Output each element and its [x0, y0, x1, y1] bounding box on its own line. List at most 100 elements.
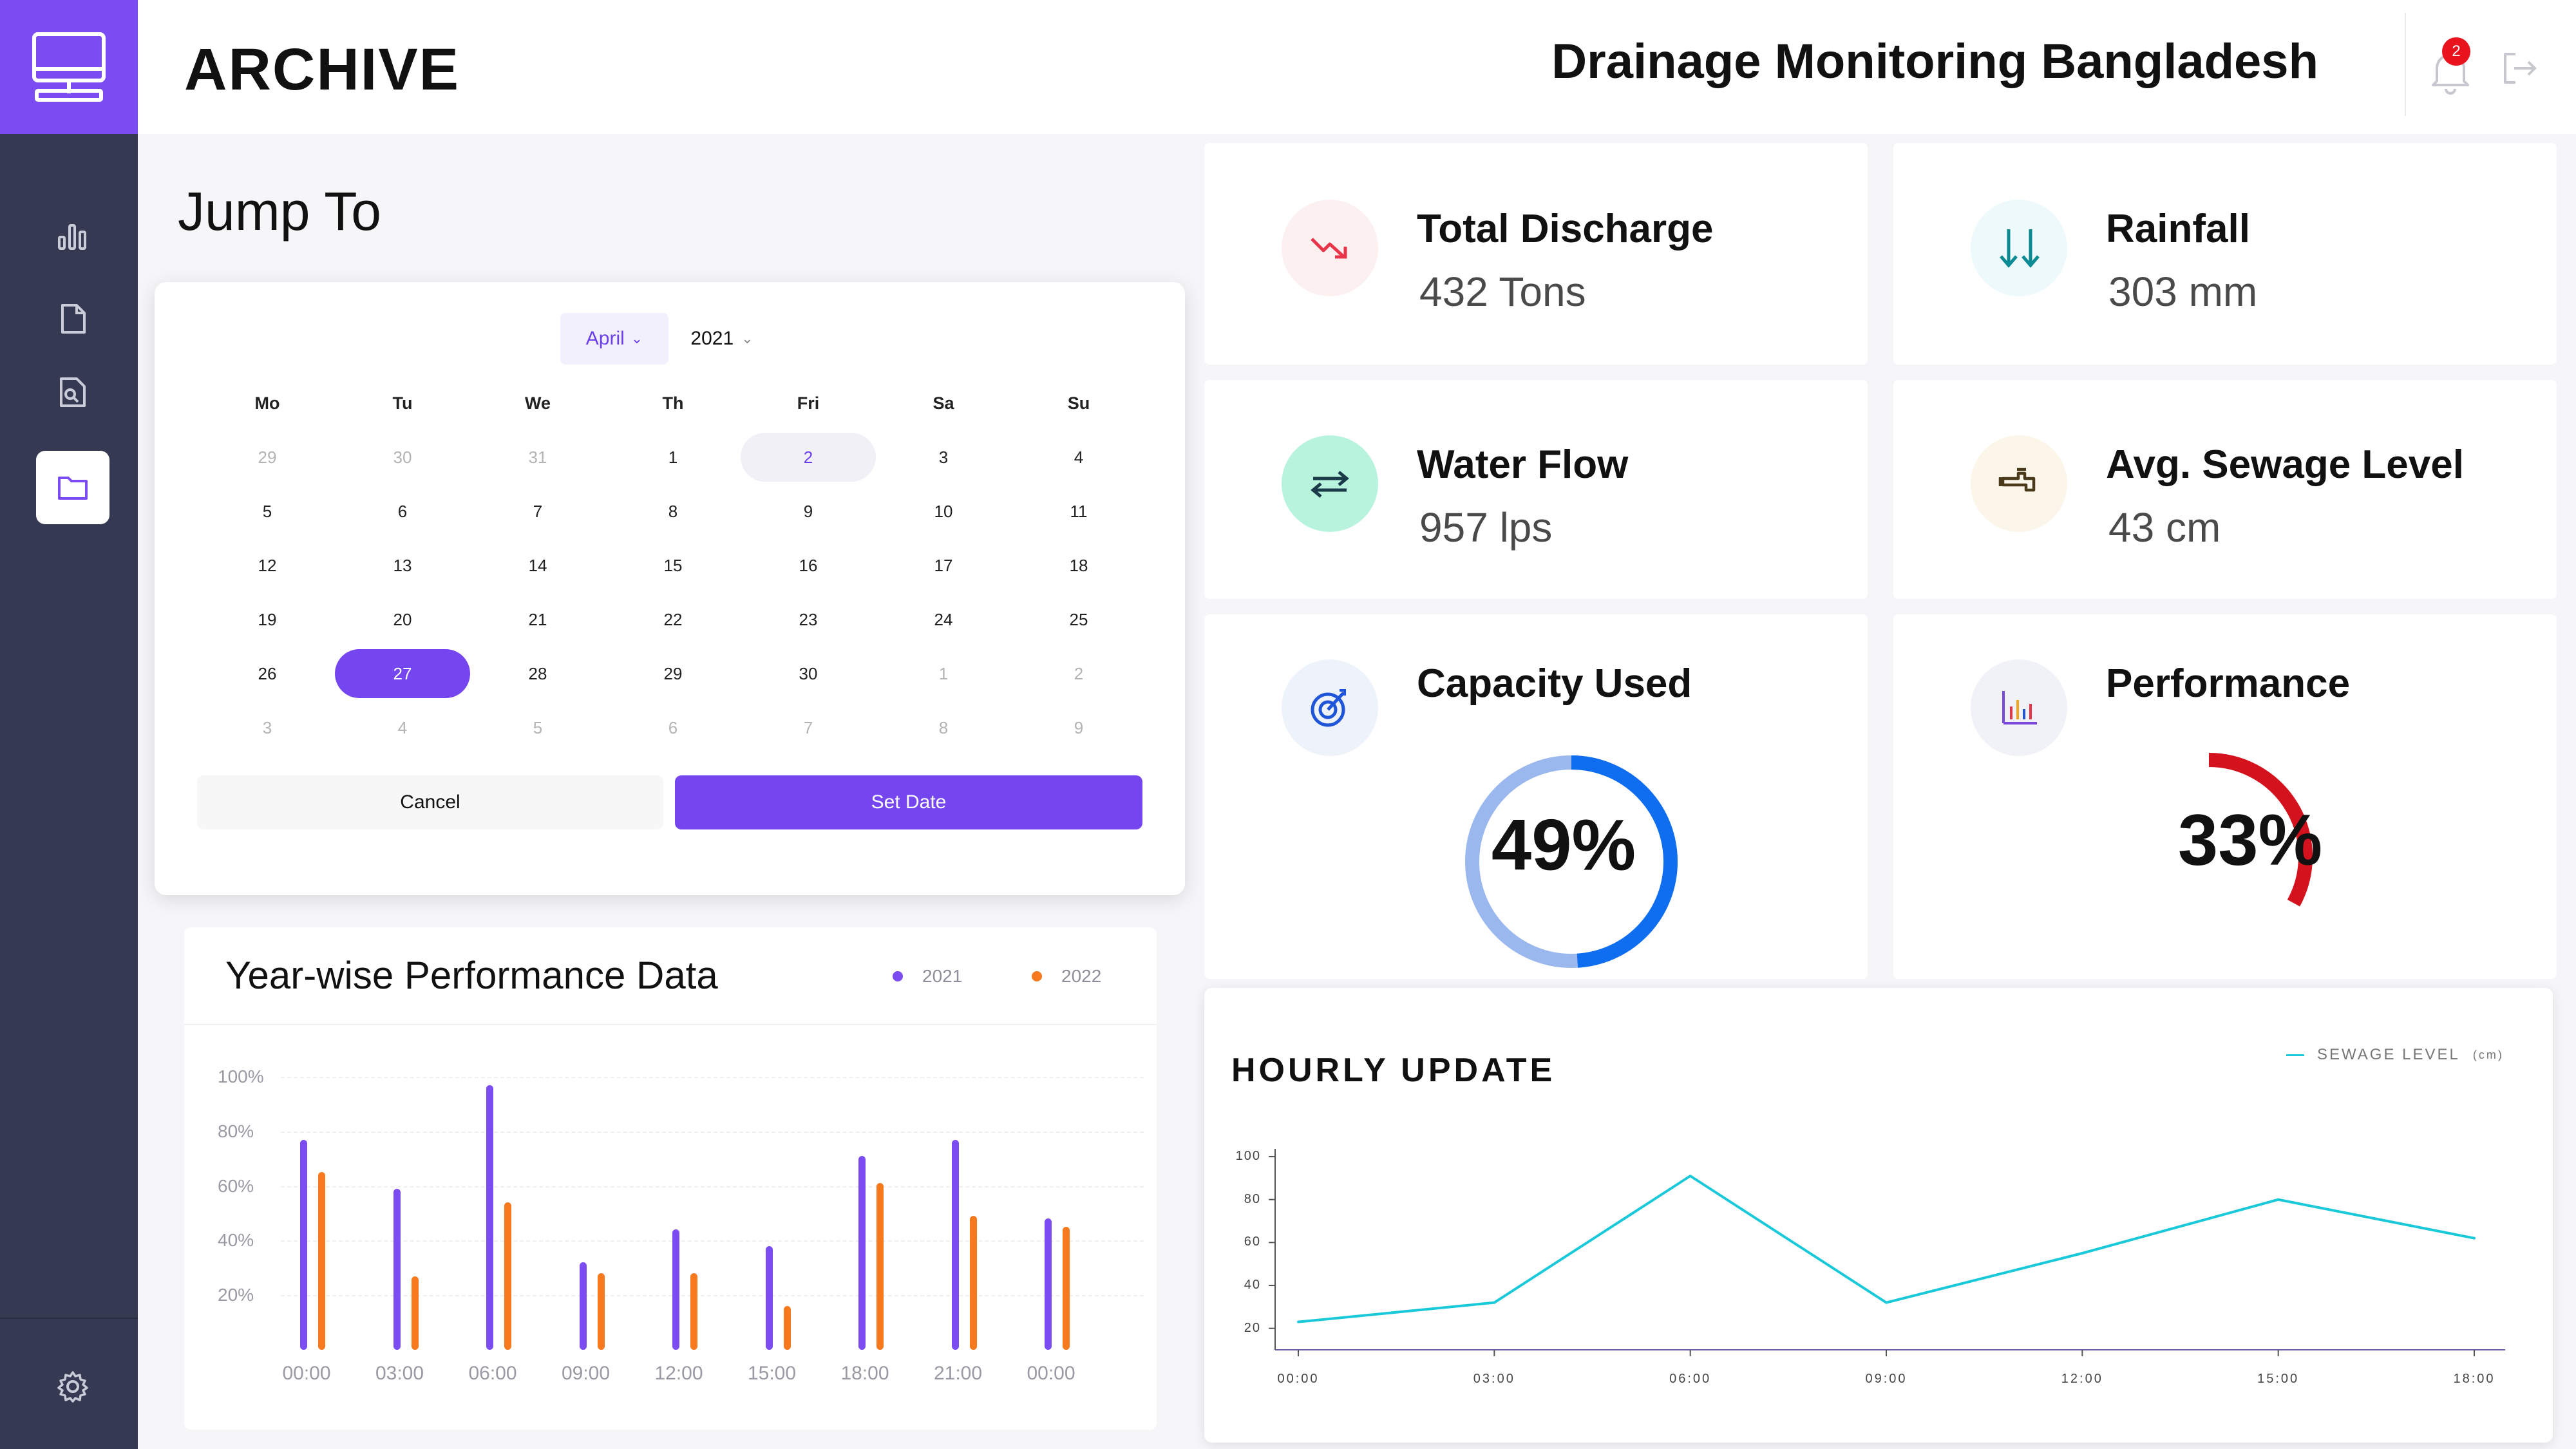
- calendar-day[interactable]: 3: [200, 703, 335, 752]
- bar-x-tick: 06:00: [468, 1363, 517, 1384]
- legend-label-2021: 2021: [922, 966, 963, 986]
- bar-2021[interactable]: [579, 1262, 587, 1350]
- calendar-day[interactable]: 17: [876, 541, 1011, 590]
- bar-2022[interactable]: [969, 1216, 977, 1350]
- calendar-day-selected[interactable]: 27: [335, 649, 470, 698]
- calendar-day[interactable]: 29: [605, 649, 741, 698]
- set-date-button[interactable]: Set Date: [675, 775, 1142, 829]
- calendar-day[interactable]: 5: [470, 703, 605, 752]
- calendar-day[interactable]: 6: [605, 703, 741, 752]
- calendar-day[interactable]: 5: [200, 487, 335, 536]
- calendar-day[interactable]: 24: [876, 595, 1011, 644]
- calendar-day[interactable]: 30: [335, 433, 470, 482]
- sidebar-item-archive[interactable]: [36, 451, 109, 524]
- sewage-level-point: [1885, 1301, 1888, 1304]
- calendar-day[interactable]: 21: [470, 595, 605, 644]
- bar-y-tick: 40%: [218, 1230, 254, 1251]
- year-select[interactable]: 2021 ⌄: [680, 313, 764, 365]
- bar-2021[interactable]: [765, 1245, 773, 1350]
- calendar-day[interactable]: 3: [876, 433, 1011, 482]
- calendar-day[interactable]: 2: [1011, 649, 1146, 698]
- calendar-day[interactable]: 15: [605, 541, 741, 590]
- calendar-day[interactable]: 4: [335, 703, 470, 752]
- calendar-day[interactable]: 12: [200, 541, 335, 590]
- bar-2021[interactable]: [1045, 1218, 1052, 1350]
- line-x-tick: 03:00: [1473, 1372, 1515, 1386]
- calendar-day[interactable]: 19: [200, 595, 335, 644]
- calendar-day[interactable]: 2: [741, 433, 876, 482]
- month-select-value: April: [585, 328, 625, 349]
- bar-chart-icon: [58, 224, 86, 250]
- logout-button[interactable]: [2499, 48, 2540, 89]
- bar-y-tick: 60%: [218, 1175, 254, 1196]
- calendar-day[interactable]: 4: [1011, 433, 1146, 482]
- bar-2022[interactable]: [783, 1306, 791, 1350]
- sewage-level-point: [1297, 1320, 1300, 1323]
- bar-2022[interactable]: [597, 1273, 605, 1350]
- calendar-day[interactable]: 22: [605, 595, 741, 644]
- calendar-day[interactable]: 29: [200, 433, 335, 482]
- performance-card: Performance 33%: [1893, 614, 2557, 979]
- calendar-day[interactable]: 23: [741, 595, 876, 644]
- calendar-week: 3456789: [200, 701, 1146, 755]
- calendar-day[interactable]: 1: [876, 649, 1011, 698]
- weekday-label: Th: [662, 393, 684, 413]
- calendar-day[interactable]: 26: [200, 649, 335, 698]
- month-select[interactable]: April ⌄: [560, 313, 668, 365]
- calendar-day[interactable]: 13: [335, 541, 470, 590]
- calendar-day[interactable]: 10: [876, 487, 1011, 536]
- calendar-day[interactable]: 6: [335, 487, 470, 536]
- line-x-tick: 06:00: [1669, 1372, 1712, 1386]
- sidebar-item-documents[interactable]: [36, 282, 109, 355]
- cancel-button[interactable]: Cancel: [197, 775, 663, 829]
- bar-2021[interactable]: [858, 1155, 866, 1350]
- bar-2022[interactable]: [504, 1202, 511, 1350]
- bar-y-tick: 20%: [218, 1285, 254, 1305]
- calendar-day[interactable]: 1: [605, 433, 741, 482]
- water-flow-title: Water Flow: [1417, 442, 1629, 487]
- calendar-day[interactable]: 30: [741, 649, 876, 698]
- calendar-day[interactable]: 25: [1011, 595, 1146, 644]
- sidebar-item-analytics[interactable]: [36, 198, 109, 272]
- faucet-icon: [1971, 435, 2067, 532]
- bar-2022[interactable]: [318, 1172, 325, 1350]
- bar-gridline: [281, 1186, 1144, 1188]
- calendar-day[interactable]: 7: [470, 487, 605, 536]
- monitor-logo-icon[interactable]: [0, 0, 138, 134]
- sewage-level-point: [1689, 1175, 1692, 1177]
- flow-arrows-icon: [1282, 435, 1378, 532]
- calendar-day[interactable]: 9: [1011, 703, 1146, 752]
- sidebar-item-reports[interactable]: [36, 355, 109, 429]
- bar-2022[interactable]: [411, 1276, 419, 1350]
- calendar-day[interactable]: 7: [741, 703, 876, 752]
- calendar-day[interactable]: 31: [470, 433, 605, 482]
- calendar-day[interactable]: 14: [470, 541, 605, 590]
- bar-2021[interactable]: [300, 1139, 307, 1350]
- calendar-day[interactable]: 8: [876, 703, 1011, 752]
- calendar-day[interactable]: 18: [1011, 541, 1146, 590]
- bar-2022[interactable]: [690, 1273, 697, 1350]
- logout-icon: [2504, 53, 2537, 84]
- performance-chart-icon: [1971, 659, 2067, 756]
- calendar-day[interactable]: 16: [741, 541, 876, 590]
- year-wise-performance-card: Year-wise Performance Data 2021 2022 100…: [184, 927, 1157, 1430]
- calendar-day[interactable]: 9: [741, 487, 876, 536]
- settings-button[interactable]: [36, 1350, 109, 1423]
- calendar-day[interactable]: 11: [1011, 487, 1146, 536]
- calendar-week: 12 13 14 15 16 17 18: [200, 538, 1146, 592]
- bar-2021[interactable]: [951, 1139, 959, 1350]
- calendar-day[interactable]: 20: [335, 595, 470, 644]
- rainfall-value: 303 mm: [2108, 269, 2258, 315]
- sewage-level-title: Avg. Sewage Level: [2106, 442, 2464, 487]
- sewage-level-value: 43 cm: [2108, 504, 2221, 551]
- line-y-tick: 20: [1244, 1320, 1261, 1335]
- legend-dot-2021: [893, 971, 903, 981]
- bar-2021[interactable]: [672, 1229, 679, 1350]
- bar-2022[interactable]: [876, 1183, 884, 1350]
- line-x-tick: 12:00: [2061, 1372, 2103, 1386]
- bar-2021[interactable]: [486, 1084, 493, 1350]
- calendar-day[interactable]: 28: [470, 649, 605, 698]
- calendar-day[interactable]: 8: [605, 487, 741, 536]
- bar-2022[interactable]: [1063, 1227, 1070, 1350]
- bar-2021[interactable]: [393, 1188, 401, 1350]
